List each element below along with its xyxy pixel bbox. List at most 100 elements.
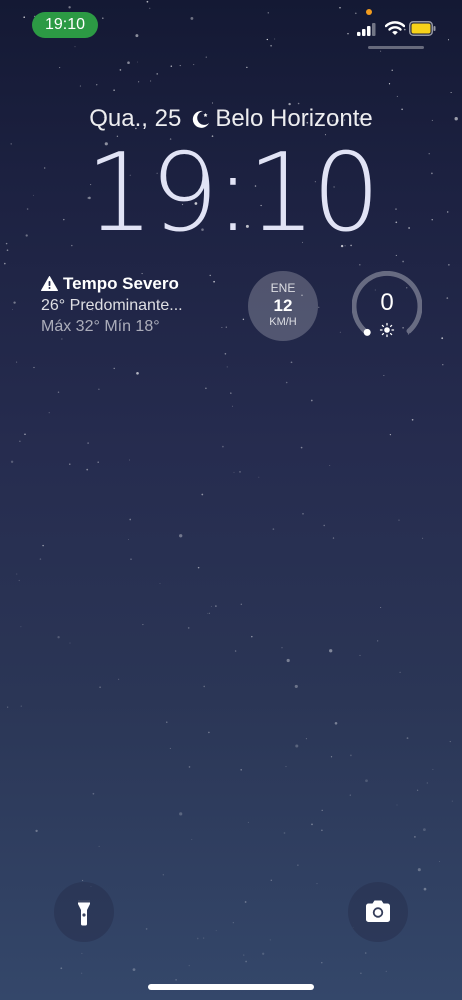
star (18, 579, 20, 582)
star (391, 69, 393, 71)
star (132, 968, 136, 971)
star (20, 626, 22, 628)
weather-condition: 26° Predominante... (41, 297, 183, 314)
star (203, 685, 206, 688)
star (297, 864, 299, 866)
star (136, 371, 139, 375)
star (59, 67, 61, 69)
flashlight-button[interactable] (54, 882, 114, 942)
star (330, 756, 333, 758)
signal-icon (357, 23, 376, 36)
star (311, 823, 313, 826)
star (42, 544, 44, 547)
star (442, 364, 444, 366)
star (244, 901, 247, 903)
star (272, 528, 275, 530)
star (16, 573, 18, 575)
star (69, 642, 71, 644)
star (396, 804, 398, 806)
star (294, 684, 298, 688)
star (232, 922, 234, 924)
star (210, 605, 212, 607)
star (398, 519, 400, 521)
star (246, 66, 248, 68)
star (80, 972, 83, 974)
star (389, 433, 392, 436)
star (226, 366, 228, 368)
star (451, 800, 453, 802)
star (380, 50, 382, 52)
star (321, 809, 323, 812)
warning-icon (41, 276, 58, 291)
star (222, 445, 224, 448)
battery-icon (409, 21, 436, 36)
star (19, 440, 21, 442)
star (16, 361, 18, 363)
star (302, 512, 304, 515)
wind-widget[interactable]: ENE 12 KM/H (248, 271, 318, 341)
wind-speed: 12 (273, 296, 293, 315)
home-indicator[interactable] (148, 984, 314, 990)
star (159, 583, 161, 585)
star (388, 83, 391, 85)
star (119, 69, 122, 71)
moon-icon (193, 110, 210, 128)
weather-widget[interactable]: Tempo Severo 26° Predominante... Máx 32°… (41, 273, 241, 337)
star (175, 979, 177, 981)
star (422, 828, 426, 832)
star (86, 468, 89, 471)
wind-direction: ENE (270, 281, 296, 295)
star (350, 754, 352, 757)
status-time[interactable]: 19:10 (32, 12, 98, 38)
star (239, 471, 241, 473)
star (240, 769, 242, 771)
star (127, 539, 129, 540)
star (130, 558, 132, 560)
star (383, 375, 385, 376)
star (281, 647, 283, 649)
star (258, 476, 260, 478)
star (377, 640, 379, 642)
star (449, 741, 451, 743)
flashlight-icon (78, 900, 90, 926)
camera-icon (366, 900, 390, 922)
star (98, 845, 100, 847)
star (316, 883, 318, 885)
star (169, 747, 171, 749)
star (399, 671, 401, 674)
star (193, 64, 195, 66)
star (329, 649, 333, 653)
star (118, 678, 120, 680)
date-location-line[interactable]: Qua., 25 Belo Horizonte (0, 104, 462, 134)
star (24, 433, 26, 436)
star (215, 605, 217, 607)
camera-button[interactable] (348, 882, 408, 942)
star (207, 612, 209, 614)
star (20, 705, 22, 707)
star (196, 937, 199, 940)
lock-screen-clock[interactable]: 19:10 (0, 134, 462, 254)
star (205, 56, 207, 58)
star (99, 686, 101, 689)
star (349, 794, 351, 796)
star (305, 738, 307, 740)
star (448, 264, 450, 266)
star (4, 262, 6, 265)
star (150, 80, 152, 82)
star (188, 964, 190, 967)
star (416, 789, 419, 791)
star (113, 367, 115, 370)
uv-index-widget[interactable]: 0 (351, 270, 423, 341)
star (285, 381, 288, 384)
star (232, 405, 233, 407)
star (286, 658, 290, 663)
uv-gauge-marker (363, 328, 371, 336)
star (243, 954, 245, 956)
star (406, 737, 409, 739)
star (205, 387, 207, 390)
weather-temp-range: Máx 32° Mín 18° (41, 318, 160, 335)
star (69, 463, 71, 465)
star (127, 61, 130, 65)
location-label: Belo Horizonte (215, 105, 373, 132)
star (39, 558, 42, 560)
